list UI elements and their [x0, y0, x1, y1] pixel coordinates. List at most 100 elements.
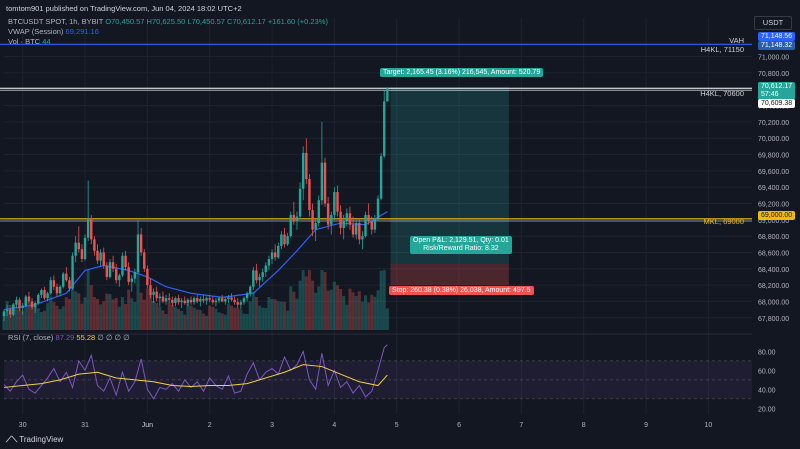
candle-body: [317, 200, 320, 224]
stop-label[interactable]: Stop: 260.38 (0.38%) 26,038, Amount: 497…: [389, 286, 534, 295]
candle-body: [214, 300, 218, 303]
volume-bars: [2, 270, 389, 330]
loss-zone: [390, 263, 509, 286]
volume-bar: [77, 293, 81, 330]
rsi-ma-value: 55.28: [76, 333, 96, 342]
candle-countdown: 57:46: [761, 91, 779, 98]
candle-body: [255, 270, 258, 281]
vwap-legend[interactable]: VWAP (Session) 69,291.16: [8, 27, 99, 36]
volume-bar: [364, 295, 368, 330]
candle-body: [146, 268, 149, 286]
rsi-legend[interactable]: RSI (7, close) 87.29 55.28 ∅ ∅ ∅ ∅: [8, 333, 130, 342]
time-tick-label: Jun: [142, 422, 153, 429]
candle-body: [55, 286, 59, 294]
candle-body: [376, 198, 380, 219]
volume-bar: [195, 309, 199, 330]
rsi-pane: 80.00 60.00 40.00 20.00: [3, 344, 776, 413]
candle-body: [52, 280, 56, 287]
time-tick-label: 31: [81, 422, 89, 429]
mkl-label: MKL, 69000: [703, 217, 744, 226]
volume-bar: [279, 301, 283, 330]
volume-bar: [39, 312, 43, 330]
candle-body: [358, 223, 361, 240]
candle-body: [183, 300, 186, 304]
candle-body: [302, 152, 305, 189]
candle-body: [245, 293, 249, 299]
volume-bar: [186, 303, 190, 330]
candle-body: [93, 239, 96, 251]
candle-body: [65, 273, 68, 281]
time-tick-label: 4: [332, 422, 336, 429]
open-pnl-box[interactable]: Open P&L: 2,129.51, Qty: 0.01 Risk/Rewar…: [410, 236, 512, 254]
volume-bar: [205, 315, 209, 330]
volume-bar: [189, 305, 193, 330]
candle-body: [186, 299, 190, 304]
candle-body: [289, 214, 292, 237]
volume-bar: [161, 310, 165, 330]
volume-legend[interactable]: Vol · BTC 44: [8, 37, 51, 46]
time-tick-label: 7: [519, 422, 523, 429]
tradingview-logo-icon: ⟋⟍: [6, 435, 18, 444]
candle-body: [115, 268, 118, 281]
volume-bar: [295, 298, 299, 330]
volume-bar: [108, 294, 112, 330]
candle-body: [37, 294, 40, 304]
candle-body: [2, 311, 6, 317]
volume-bar: [74, 291, 78, 330]
candle-body: [15, 299, 18, 305]
candle-body: [383, 101, 386, 157]
candle-body: [258, 276, 261, 281]
candle-body: [121, 255, 124, 276]
time-tick-label: 2: [208, 422, 212, 429]
candle-body: [267, 258, 271, 266]
volume-bar: [226, 303, 230, 330]
volume-bar: [170, 305, 174, 330]
candle-body: [273, 252, 277, 258]
candle-body: [83, 237, 87, 259]
volume-bar: [348, 288, 352, 330]
price-tick-label: 70,000.00: [758, 136, 789, 143]
time-axis[interactable]: 30 31 Jun 2 3 4 5 6 7 8 9 10: [19, 422, 713, 429]
rsi-label: RSI (7, close): [8, 333, 54, 342]
volume-bar: [46, 303, 50, 330]
candle-body: [361, 236, 364, 240]
price-tick-label: 70,800.00: [758, 71, 789, 78]
volume-bar: [286, 310, 290, 330]
volume-bar: [64, 297, 68, 330]
candle-body: [286, 236, 289, 245]
volume-bar: [311, 280, 315, 330]
candle-body: [133, 272, 137, 279]
candle-body: [330, 214, 333, 225]
target-label[interactable]: Target: 2,165.45 (3.16%) 216,545, Amount…: [380, 68, 544, 77]
volume-bar: [139, 292, 143, 330]
candle-body: [196, 298, 199, 302]
candle-body: [158, 296, 162, 299]
tradingview-logo: ⟋⟍ TradingView: [6, 435, 63, 445]
candle-body: [239, 302, 243, 305]
price-tick-label: 68,400.00: [758, 267, 789, 274]
candle-body: [333, 192, 336, 215]
volume-bar: [320, 270, 324, 330]
time-tick-label: 30: [19, 422, 27, 429]
symbol-name[interactable]: BTCUSDT SPOT, 1h, BYBIT: [8, 17, 103, 26]
open-pnl: Open P&L: 2,129.51, Qty: 0.01: [413, 237, 509, 244]
long-position-tool[interactable]: [390, 87, 509, 286]
volume-bar: [223, 314, 227, 330]
candle-body: [305, 152, 308, 179]
time-tick-label: 6: [457, 422, 461, 429]
volume-bar: [351, 292, 355, 330]
candle-body: [336, 192, 339, 212]
price-tick-label: 68,600.00: [758, 250, 789, 257]
candle-body: [33, 303, 37, 308]
candle-body: [292, 214, 296, 222]
volume-bar: [58, 309, 62, 330]
candle-body: [202, 298, 205, 301]
currency-selector[interactable]: USDT: [754, 16, 792, 30]
volume-bar: [211, 306, 215, 330]
vah-label: VAH: [729, 36, 744, 45]
volume-bar: [317, 286, 321, 330]
candle-body: [27, 296, 31, 302]
candle-body: [386, 88, 389, 102]
candle-body: [105, 265, 109, 277]
price-tick-label: 71,000.00: [758, 55, 789, 62]
